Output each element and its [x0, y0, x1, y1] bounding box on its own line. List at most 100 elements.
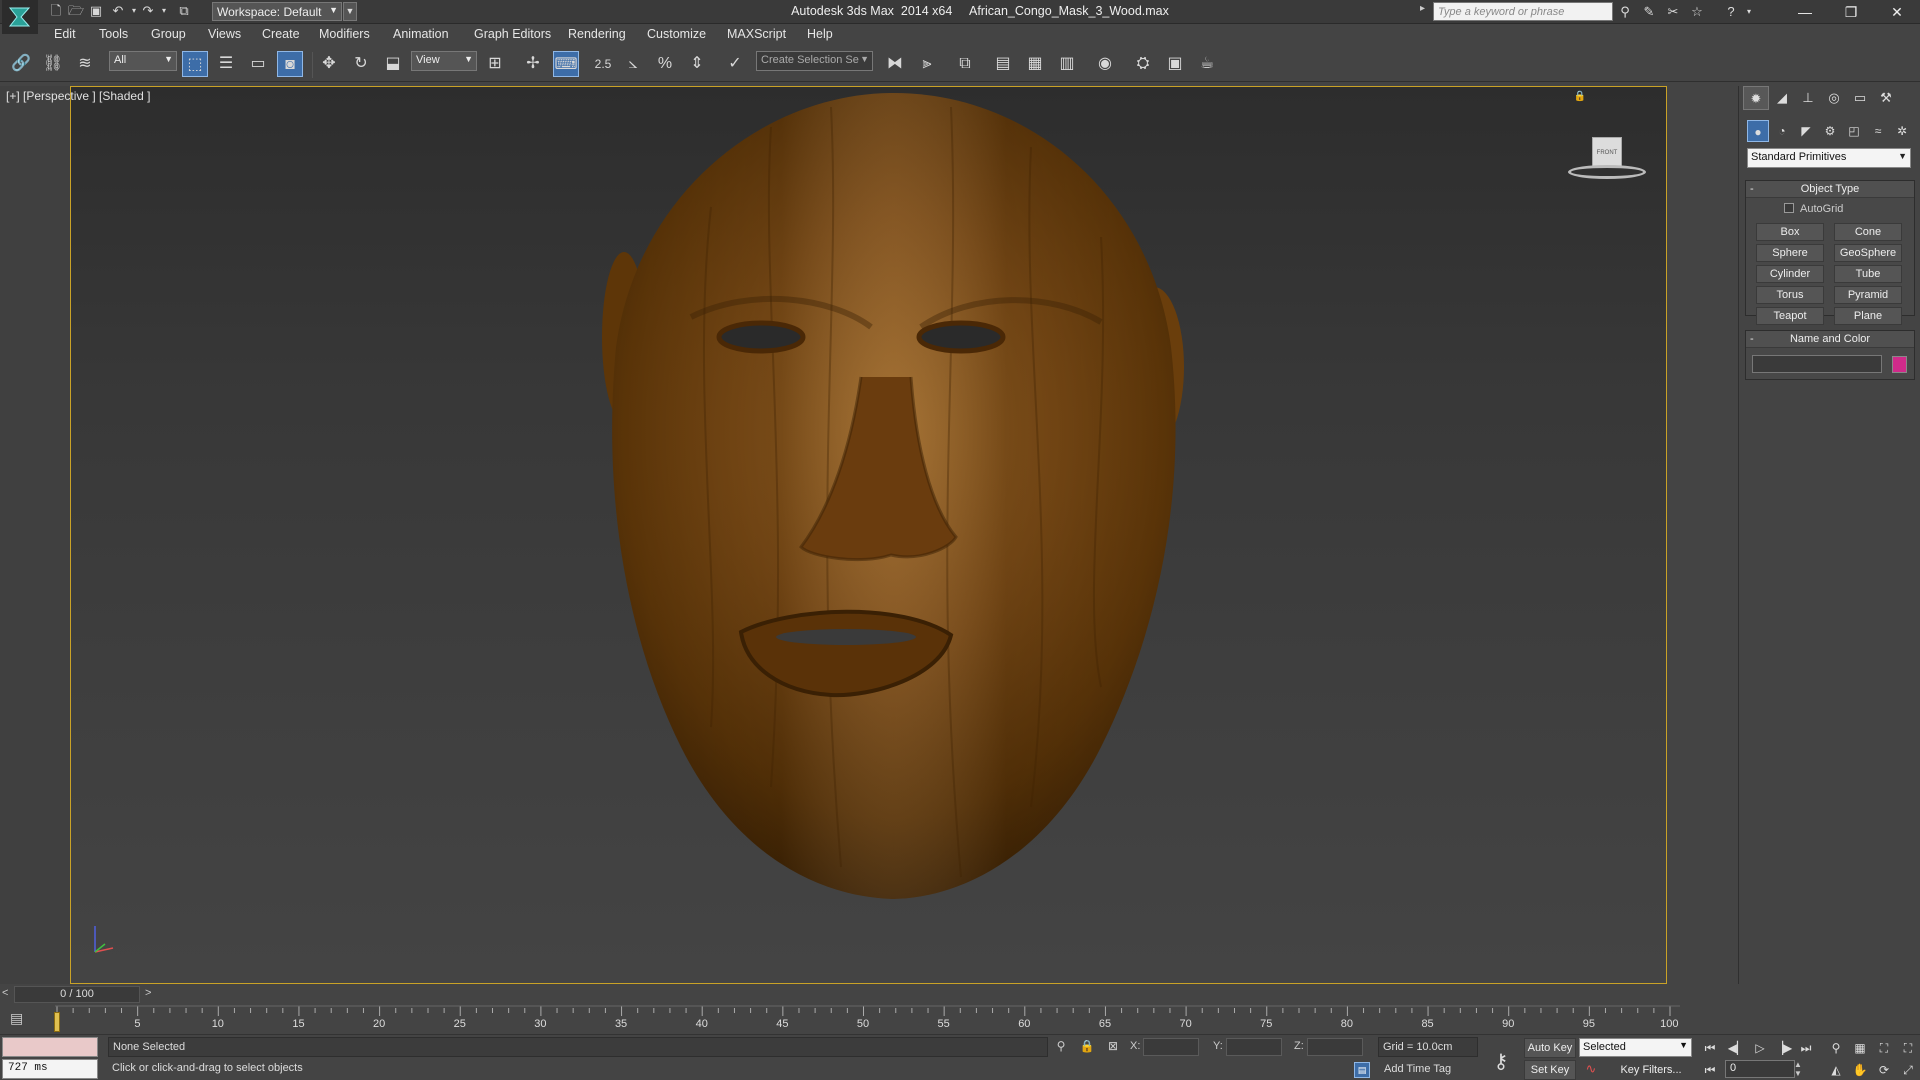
layer-manager-icon[interactable]: ⧉ [952, 51, 978, 77]
schematic-view-icon[interactable]: ▥ [1054, 51, 1080, 77]
box-button[interactable]: Box [1756, 223, 1824, 241]
helpers-category-icon[interactable]: ◰ [1843, 120, 1865, 142]
graphite-ribbon-icon[interactable]: ▤ [990, 51, 1016, 77]
zoom-extents-all-icon[interactable]: ⛶ [1898, 1039, 1918, 1057]
hierarchy-tab-icon[interactable]: ⊥ [1795, 86, 1821, 110]
next-key-icon[interactable]: ▕▶ [1773, 1039, 1793, 1057]
wood-mask-model[interactable] [71, 87, 1667, 984]
zoom-extents-icon[interactable]: ⛶ [1874, 1039, 1894, 1057]
rectangular-selection-icon[interactable]: ▭ [245, 51, 271, 77]
edit-named-selection-icon[interactable]: ✓ [722, 51, 748, 77]
render-setup-icon[interactable]: ⛭ [1130, 51, 1156, 77]
sphere-button[interactable]: Sphere [1756, 244, 1824, 262]
previous-key-icon[interactable]: ◀▏ [1727, 1039, 1747, 1057]
snaps-toggle-icon[interactable]: 2.5 [590, 51, 616, 77]
new-file-icon[interactable]: 🗋 [48, 3, 64, 19]
restore-button[interactable]: ❐ [1828, 0, 1874, 24]
named-selection-set-dropdown[interactable]: Create Selection Se ▼ [756, 51, 873, 71]
torus-button[interactable]: Torus [1756, 286, 1824, 304]
search-expand-icon[interactable]: ▸ [1420, 3, 1430, 14]
primitive-type-dropdown[interactable]: Standard Primitives ▼ [1747, 148, 1911, 168]
pan-view-icon[interactable]: ✋ [1850, 1061, 1870, 1079]
rendered-frame-window-icon[interactable]: ▣ [1162, 51, 1188, 77]
binoculars-icon[interactable]: ⚲ [1616, 3, 1634, 21]
z-coordinate-field[interactable] [1307, 1038, 1363, 1056]
plane-button[interactable]: Plane [1834, 307, 1902, 325]
lights-category-icon[interactable]: ◤ [1795, 120, 1817, 142]
select-and-manipulate-icon[interactable]: ✢ [520, 51, 546, 77]
menu-create[interactable]: Create [262, 27, 300, 41]
set-key-button[interactable]: Set Key [1524, 1060, 1576, 1080]
app-logo-icon[interactable] [2, 0, 38, 34]
pyramid-button[interactable]: Pyramid [1834, 286, 1902, 304]
mirror-icon[interactable]: ⧓ [882, 51, 908, 77]
name-and-color-header[interactable]: - Name and Color [1746, 331, 1914, 348]
viewport-lock-icon[interactable]: 🔒 [1574, 91, 1586, 102]
select-object-icon[interactable]: ⬚ [182, 51, 208, 77]
checkbox-icon[interactable] [1784, 203, 1794, 213]
tube-button[interactable]: Tube [1834, 265, 1902, 283]
teapot-button[interactable]: Teapot [1756, 307, 1824, 325]
x-coordinate-field[interactable] [1143, 1038, 1199, 1056]
next-frame-icon[interactable]: > [145, 987, 155, 999]
favorites-star-icon[interactable]: ☆ [1688, 3, 1706, 21]
curve-editor-icon[interactable]: ▦ [1022, 51, 1048, 77]
quick-access-customize-icon[interactable]: ▼ [343, 2, 357, 21]
key-mode-toggle-icon[interactable]: ⏮ [1700, 1061, 1720, 1079]
window-crossing-icon[interactable]: ◙ [277, 51, 303, 77]
space-warps-category-icon[interactable]: ≈ [1867, 120, 1889, 142]
go-to-start-icon[interactable]: ⏮ [1700, 1039, 1720, 1057]
object-name-field[interactable] [1752, 355, 1882, 373]
display-tab-icon[interactable]: ▭ [1847, 86, 1873, 110]
bind-to-space-warp-icon[interactable]: ≋ [72, 51, 98, 77]
track-bar[interactable]: ▤ 5 10 15 20 25 30 35 40 45 50 55 60 65 70 75 80 85 90 95 1… [0, 1004, 1738, 1034]
utilities-tab-icon[interactable]: ⚒ [1873, 86, 1899, 110]
autogrid-checkbox[interactable]: AutoGrid [1784, 203, 1843, 215]
selection-filter-dropdown[interactable]: All ▼ [109, 51, 177, 71]
geometry-category-icon[interactable]: ● [1747, 120, 1769, 142]
menu-maxscript[interactable]: MAXScript [727, 27, 786, 41]
subscription-icon[interactable]: ✎ [1640, 3, 1658, 21]
menu-modifiers[interactable]: Modifiers [319, 27, 370, 41]
menu-customize[interactable]: Customize [647, 27, 706, 41]
default-in-out-tangent-icon[interactable]: ∿ [1581, 1061, 1601, 1079]
y-coordinate-field[interactable] [1226, 1038, 1282, 1056]
cameras-category-icon[interactable]: ⚙ [1819, 120, 1841, 142]
communication-center-icon[interactable]: ✂ [1664, 3, 1682, 21]
viewcube-front-face[interactable]: FRONT [1592, 137, 1622, 167]
help-icon[interactable]: ? [1722, 3, 1740, 21]
angle-snap-icon[interactable]: ⦣ [620, 51, 646, 77]
systems-category-icon[interactable]: ✲ [1891, 120, 1913, 142]
isolate-selection-icon[interactable]: ⚲ [1052, 1039, 1070, 1057]
current-frame-marker[interactable] [54, 1012, 60, 1032]
set-keys-key-icon[interactable]: ⚷ [1486, 1049, 1516, 1073]
menu-animation[interactable]: Animation [393, 27, 449, 41]
frame-spinner-icon[interactable]: ▲ ▼ [1793, 1060, 1803, 1078]
add-time-tag-button[interactable]: Add Time Tag [1382, 1059, 1453, 1079]
cone-button[interactable]: Cone [1834, 223, 1902, 241]
menu-rendering[interactable]: Rendering [568, 27, 626, 41]
object-type-header[interactable]: - Object Type [1746, 181, 1914, 198]
align-icon[interactable]: ⫸ [914, 51, 940, 77]
shapes-category-icon[interactable]: ◔ [1771, 120, 1793, 142]
menu-graph-editors[interactable]: Graph Editors [474, 27, 551, 41]
menu-group[interactable]: Group [151, 27, 186, 41]
previous-frame-icon[interactable]: < [2, 987, 12, 999]
select-and-link-icon[interactable]: 🔗 [8, 51, 34, 77]
redo-dropdown-icon[interactable]: ▾ [156, 3, 172, 19]
open-file-icon[interactable]: 🗁 [68, 3, 84, 19]
workspace-dropdown[interactable]: Workspace: Default ▼ [212, 2, 342, 21]
perspective-viewport[interactable]: 🔒 FRONT [70, 86, 1667, 984]
zoom-all-icon[interactable]: ▦ [1850, 1039, 1870, 1057]
reference-coordinate-dropdown[interactable]: View ▼ [411, 51, 477, 71]
keyboard-shortcut-override-icon[interactable]: ⌨ [553, 51, 579, 77]
time-slider-thumb[interactable]: 0 / 100 [14, 986, 140, 1003]
geosphere-button[interactable]: GeoSphere [1834, 244, 1902, 262]
project-folder-icon[interactable]: ⧉ [176, 3, 192, 19]
menu-help[interactable]: Help [807, 27, 833, 41]
modify-tab-icon[interactable]: ◢ [1769, 86, 1795, 110]
select-and-rotate-icon[interactable]: ↻ [348, 51, 374, 77]
field-of-view-icon[interactable]: ◭ [1826, 1061, 1846, 1079]
spinner-snap-icon[interactable]: ⇕ [684, 51, 710, 77]
selection-lock-icon[interactable]: 🔒 [1078, 1039, 1096, 1057]
